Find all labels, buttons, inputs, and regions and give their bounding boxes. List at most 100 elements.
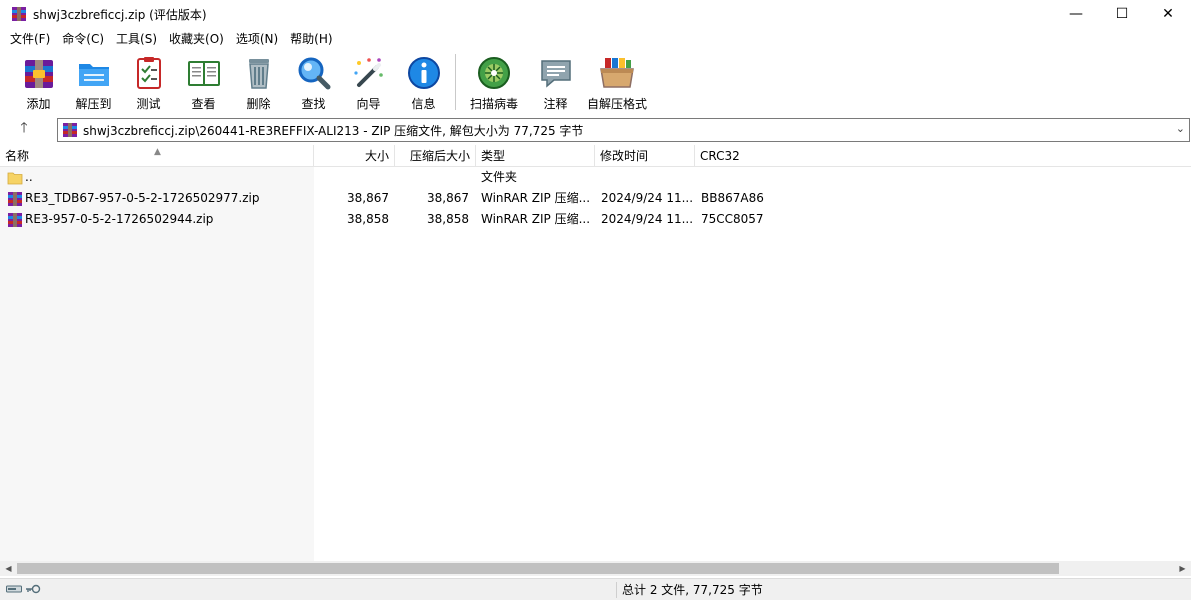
row-packed: 38,867 xyxy=(427,191,469,205)
folder-icon xyxy=(7,170,23,186)
row-name: .. xyxy=(25,170,33,184)
horizontal-scrollbar[interactable]: ◀ ▶ xyxy=(0,561,1191,576)
scan-virus-button[interactable]: 扫描病毒 xyxy=(460,50,528,112)
magic-wand-icon xyxy=(350,54,388,92)
sfx-label: 自解压格式 xyxy=(586,97,647,111)
up-folder-button[interactable]: 🡑 xyxy=(0,116,48,142)
scan-virus-label: 扫描病毒 xyxy=(469,97,518,111)
column-header-name[interactable]: 名称 ▲ xyxy=(0,145,314,167)
address-row: 🡑 shwj3czbreficcj.zip\260441-RE3REFFIX-A… xyxy=(0,116,1191,142)
list-header: 名称 ▲ 大小 压缩后大小 类型 修改时间 CRC32 xyxy=(0,145,1191,167)
column-header-modified[interactable]: 修改时间 xyxy=(595,145,695,167)
key-icon[interactable] xyxy=(25,583,41,598)
wizard-button[interactable]: 向导 xyxy=(341,50,396,112)
column-header-packed[interactable]: 压缩后大小 xyxy=(395,145,476,167)
address-bar[interactable]: shwj3czbreficcj.zip\260441-RE3REFFIX-ALI… xyxy=(57,118,1190,142)
view-label: 查看 xyxy=(191,97,216,111)
title-bar: shwj3czbreficcj.zip (评估版本) — ☐ ✕ xyxy=(0,0,1191,28)
menu-options[interactable]: 选项(N) xyxy=(230,28,284,50)
column-packed-label: 压缩后大小 xyxy=(409,149,470,163)
row-type: WinRAR ZIP 压缩... xyxy=(481,191,591,205)
toolbar: 添加 解压到 测试 查看 删除 查找 向导 信息 扫描病毒 注释 自解压格式 xyxy=(0,50,1191,114)
extract-to-label: 解压到 xyxy=(75,97,112,111)
row-name: RE3_TDB67-957-0-5-2-1726502977.zip xyxy=(25,191,260,205)
menu-favorites[interactable]: 收藏夹(O) xyxy=(163,28,230,50)
address-path: shwj3czbreficcj.zip\260441-RE3REFFIX-ALI… xyxy=(83,123,584,138)
wizard-label: 向导 xyxy=(356,97,381,111)
extract-to-button[interactable]: 解压到 xyxy=(66,50,121,112)
extract-folder-icon xyxy=(75,54,113,92)
add-label: 添加 xyxy=(26,97,51,111)
view-button[interactable]: 查看 xyxy=(176,50,231,112)
row-size: 38,867 xyxy=(347,191,389,205)
row-name: RE3-957-0-5-2-1726502944.zip xyxy=(25,212,214,226)
info-label: 信息 xyxy=(411,97,436,111)
status-divider xyxy=(616,582,617,598)
magnifier-icon xyxy=(295,54,333,92)
zip-archive-icon xyxy=(7,191,23,207)
list-item-parent-folder[interactable]: .. 文件夹 xyxy=(0,167,1191,188)
chevron-down-icon[interactable]: ⌄ xyxy=(1176,122,1185,135)
book-icon xyxy=(185,54,223,92)
row-crc: BB867A86 xyxy=(701,191,764,205)
row-type: 文件夹 xyxy=(481,170,518,184)
archive-icon xyxy=(62,122,78,138)
menu-bar: 文件(F) 命令(C) 工具(S) 收藏夹(O) 选项(N) 帮助(H) xyxy=(0,28,339,50)
test-button[interactable]: 测试 xyxy=(121,50,176,112)
close-button[interactable]: ✕ xyxy=(1145,0,1191,28)
comment-label: 注释 xyxy=(543,97,568,111)
trash-icon xyxy=(240,54,278,92)
comment-button[interactable]: 注释 xyxy=(528,50,583,112)
column-modified-label: 修改时间 xyxy=(600,149,649,163)
scroll-left-icon[interactable]: ◀ xyxy=(0,561,17,576)
test-checklist-icon xyxy=(130,54,168,92)
zip-archive-icon xyxy=(7,212,23,228)
winrar-app-icon xyxy=(11,6,27,22)
list-item-file[interactable]: RE3-957-0-5-2-1726502944.zip 38,858 38,8… xyxy=(0,209,1191,230)
menu-help[interactable]: 帮助(H) xyxy=(284,28,338,50)
sfx-box-icon xyxy=(598,54,636,92)
row-packed: 38,858 xyxy=(427,212,469,226)
minimize-icon: — xyxy=(1069,6,1083,22)
status-bar: 总计 2 文件, 77,725 字节 xyxy=(0,578,1191,600)
window-title: shwj3czbreficcj.zip (评估版本) xyxy=(33,7,207,22)
column-header-crc[interactable]: CRC32 xyxy=(695,145,785,167)
file-list: .. 文件夹 RE3_TDB67-957-0-5-2-1726502977.zi… xyxy=(0,167,1191,562)
info-button[interactable]: 信息 xyxy=(396,50,451,112)
add-archive-icon xyxy=(20,54,58,92)
scroll-right-icon[interactable]: ▶ xyxy=(1174,561,1191,576)
row-crc: 75CC8057 xyxy=(701,212,764,226)
sort-ascending-icon: ▲ xyxy=(154,147,161,157)
test-label: 测试 xyxy=(136,97,161,111)
scrollbar-thumb[interactable] xyxy=(17,563,1059,574)
delete-label: 删除 xyxy=(246,97,271,111)
menu-file[interactable]: 文件(F) xyxy=(4,28,56,50)
maximize-icon: ☐ xyxy=(1115,6,1129,22)
comment-icon xyxy=(537,54,575,92)
arrow-up-icon: 🡑 xyxy=(20,120,28,136)
find-button[interactable]: 查找 xyxy=(286,50,341,112)
add-button[interactable]: 添加 xyxy=(11,50,66,112)
sfx-button[interactable]: 自解压格式 xyxy=(583,50,651,112)
menu-tools[interactable]: 工具(S) xyxy=(110,28,163,50)
minimize-button[interactable]: — xyxy=(1053,0,1099,28)
column-header-size[interactable]: 大小 xyxy=(314,145,395,167)
status-summary: 总计 2 文件, 77,725 字节 xyxy=(622,583,763,597)
virus-scan-icon xyxy=(475,54,513,92)
info-icon xyxy=(405,54,443,92)
row-modified: 2024/9/24 11... xyxy=(601,212,693,226)
row-type: WinRAR ZIP 压缩... xyxy=(481,212,591,226)
close-icon: ✕ xyxy=(1162,6,1174,22)
list-item-file[interactable]: RE3_TDB67-957-0-5-2-1726502977.zip 38,86… xyxy=(0,188,1191,209)
delete-button[interactable]: 删除 xyxy=(231,50,286,112)
column-size-label: 大小 xyxy=(364,149,389,163)
find-label: 查找 xyxy=(301,97,326,111)
toolbar-separator xyxy=(455,54,456,110)
column-header-type[interactable]: 类型 xyxy=(476,145,595,167)
column-type-label: 类型 xyxy=(481,149,506,163)
row-size: 38,858 xyxy=(347,212,389,226)
column-name-label: 名称 xyxy=(5,149,30,163)
menu-commands[interactable]: 命令(C) xyxy=(56,28,110,50)
drive-icon[interactable] xyxy=(6,583,22,598)
maximize-button[interactable]: ☐ xyxy=(1099,0,1145,28)
